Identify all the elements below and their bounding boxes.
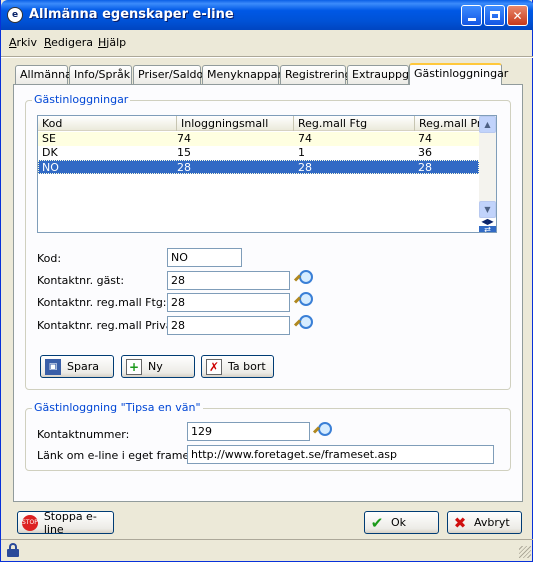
menu-hjalp[interactable]: Hjälp bbox=[98, 36, 126, 49]
kod-label: Kod: bbox=[37, 252, 62, 265]
floppy-disk-icon: ▣ bbox=[45, 358, 61, 375]
table-cell: NO bbox=[42, 161, 59, 174]
ok-button[interactable]: ✔ Ok bbox=[364, 511, 439, 534]
minimize-icon bbox=[467, 18, 476, 21]
tab-extrauppg[interactable]: Extrauppg. bbox=[347, 65, 412, 84]
privat-contact-label: Kontaktnr. reg.mall Privat: bbox=[37, 319, 181, 332]
lock-icon bbox=[7, 543, 19, 557]
resize-grip-icon[interactable] bbox=[519, 546, 531, 558]
save-button[interactable]: ▣ Spara bbox=[40, 355, 114, 378]
status-bar bbox=[1, 539, 533, 561]
window-title: Allmänna egenskaper e-line bbox=[29, 7, 234, 22]
table-row[interactable]: DK 15 1 36 bbox=[38, 146, 479, 160]
e-line-logo-icon: e bbox=[7, 7, 23, 23]
table-cell: 1 bbox=[298, 146, 305, 159]
table-cell: SE bbox=[42, 132, 56, 145]
tab-info-sprak[interactable]: Info/Språk bbox=[69, 65, 132, 84]
ftg-contact-input[interactable]: 28 bbox=[167, 293, 290, 312]
contact-number-label: Kontaktnummer: bbox=[37, 428, 130, 441]
menu-arkiv[interactable]: Arkiv bbox=[9, 36, 37, 49]
stop-button-label: Stoppa e-line bbox=[43, 509, 97, 536]
maximize-button[interactable] bbox=[484, 5, 505, 26]
new-button[interactable]: + Ny bbox=[121, 355, 195, 378]
list-header: Kod Inloggningsmall Reg.mall Ftg Reg.mal… bbox=[38, 116, 479, 131]
vertical-scrollbar[interactable]: ▲ ▼ bbox=[479, 116, 496, 218]
delete-button[interactable]: ✗ Ta bort bbox=[201, 355, 274, 378]
tab-registrering[interactable]: Registrering bbox=[280, 65, 352, 84]
table-cell: 28 bbox=[418, 161, 432, 174]
column-header-inloggningsmall[interactable]: Inloggningsmall bbox=[177, 116, 294, 131]
cancel-button-label: Avbryt bbox=[474, 516, 510, 529]
stop-e-line-button[interactable]: STOP Stoppa e-line bbox=[17, 509, 114, 536]
table-cell: 28 bbox=[177, 161, 191, 174]
save-button-label: Spara bbox=[67, 360, 99, 373]
table-cell: 74 bbox=[418, 132, 432, 145]
column-header-reg-mall-ftg[interactable]: Reg.mall Ftg bbox=[294, 116, 415, 131]
menu-bar: Arkiv Redigera Hjälp bbox=[1, 34, 533, 52]
delete-document-icon: ✗ bbox=[206, 358, 222, 375]
tab-gastinloggningar[interactable]: Gästinloggningar bbox=[409, 63, 508, 85]
menu-separator bbox=[1, 56, 533, 58]
checkmark-icon: ✔ bbox=[370, 513, 384, 532]
title-bar[interactable]: e Allmänna egenskaper e-line ✕ bbox=[1, 0, 533, 30]
magnifier-icon[interactable] bbox=[313, 421, 332, 439]
ok-button-label: Ok bbox=[391, 516, 407, 529]
table-row-selected[interactable]: NO 28 28 28 bbox=[38, 160, 479, 174]
properties-window: e Allmänna egenskaper e-line ✕ Arkiv Red… bbox=[0, 0, 533, 562]
tab-allmanna[interactable]: Allmänna bbox=[15, 65, 72, 84]
magnifier-icon[interactable] bbox=[294, 291, 313, 309]
tips-group-title: Gästinloggning "Tipsa en vän" bbox=[32, 401, 203, 414]
table-cell: 28 bbox=[298, 161, 312, 174]
table-cell: 36 bbox=[418, 146, 432, 159]
privat-contact-input[interactable]: 28 bbox=[167, 316, 290, 335]
magnifier-icon[interactable] bbox=[294, 269, 313, 287]
kod-input[interactable]: NO bbox=[167, 248, 242, 267]
scroll-down-arrow-icon[interactable]: ▼ bbox=[479, 201, 496, 218]
maximize-icon bbox=[489, 11, 500, 20]
stop-sign-icon: STOP bbox=[22, 514, 38, 531]
new-button-label: Ny bbox=[148, 360, 163, 373]
table-cell: DK bbox=[42, 146, 58, 159]
column-header-reg-mall-privat[interactable]: Reg.mall Privat bbox=[415, 116, 479, 131]
close-button[interactable]: ✕ bbox=[507, 5, 528, 26]
close-icon: ✕ bbox=[512, 8, 523, 23]
guest-logins-group-title: Gästinloggningar bbox=[32, 93, 131, 106]
ftg-contact-label: Kontaktnr. reg.mall Ftg: bbox=[37, 296, 167, 309]
menu-redigera[interactable]: Redigera bbox=[44, 36, 93, 49]
table-cell: 15 bbox=[177, 146, 191, 159]
contact-number-input[interactable]: 129 bbox=[187, 422, 310, 441]
guest-contact-label: Kontaktnr. gäst: bbox=[37, 274, 125, 287]
scroll-up-arrow-icon[interactable]: ▲ bbox=[479, 116, 496, 133]
swap-columns-icon[interactable]: ⇄ bbox=[479, 226, 496, 232]
table-cell: 74 bbox=[298, 132, 312, 145]
tab-priser-saldo[interactable]: Priser/Saldo bbox=[133, 65, 203, 84]
column-header-kod[interactable]: Kod bbox=[38, 116, 177, 131]
frameset-label: Länk om e-line i eget frameset: bbox=[37, 449, 210, 462]
table-row[interactable]: SE 74 74 74 bbox=[38, 132, 479, 146]
tab-menyknappar[interactable]: Menyknappar bbox=[202, 65, 282, 84]
guest-contact-input[interactable]: 28 bbox=[167, 271, 290, 290]
new-document-icon: + bbox=[126, 358, 142, 375]
delete-button-label: Ta bort bbox=[228, 360, 266, 373]
red-x-icon: ✖ bbox=[453, 513, 467, 532]
guest-logins-list[interactable]: Kod Inloggningsmall Reg.mall Ftg Reg.mal… bbox=[37, 115, 497, 233]
minimize-button[interactable] bbox=[461, 5, 482, 26]
frameset-url-input[interactable]: http://www.foretaget.se/frameset.asp bbox=[187, 445, 494, 464]
list-navigation: ◀▶ ⇄ bbox=[479, 218, 496, 232]
magnifier-icon[interactable] bbox=[294, 314, 313, 332]
table-cell: 74 bbox=[177, 132, 191, 145]
cancel-button[interactable]: ✖ Avbryt bbox=[447, 511, 522, 534]
